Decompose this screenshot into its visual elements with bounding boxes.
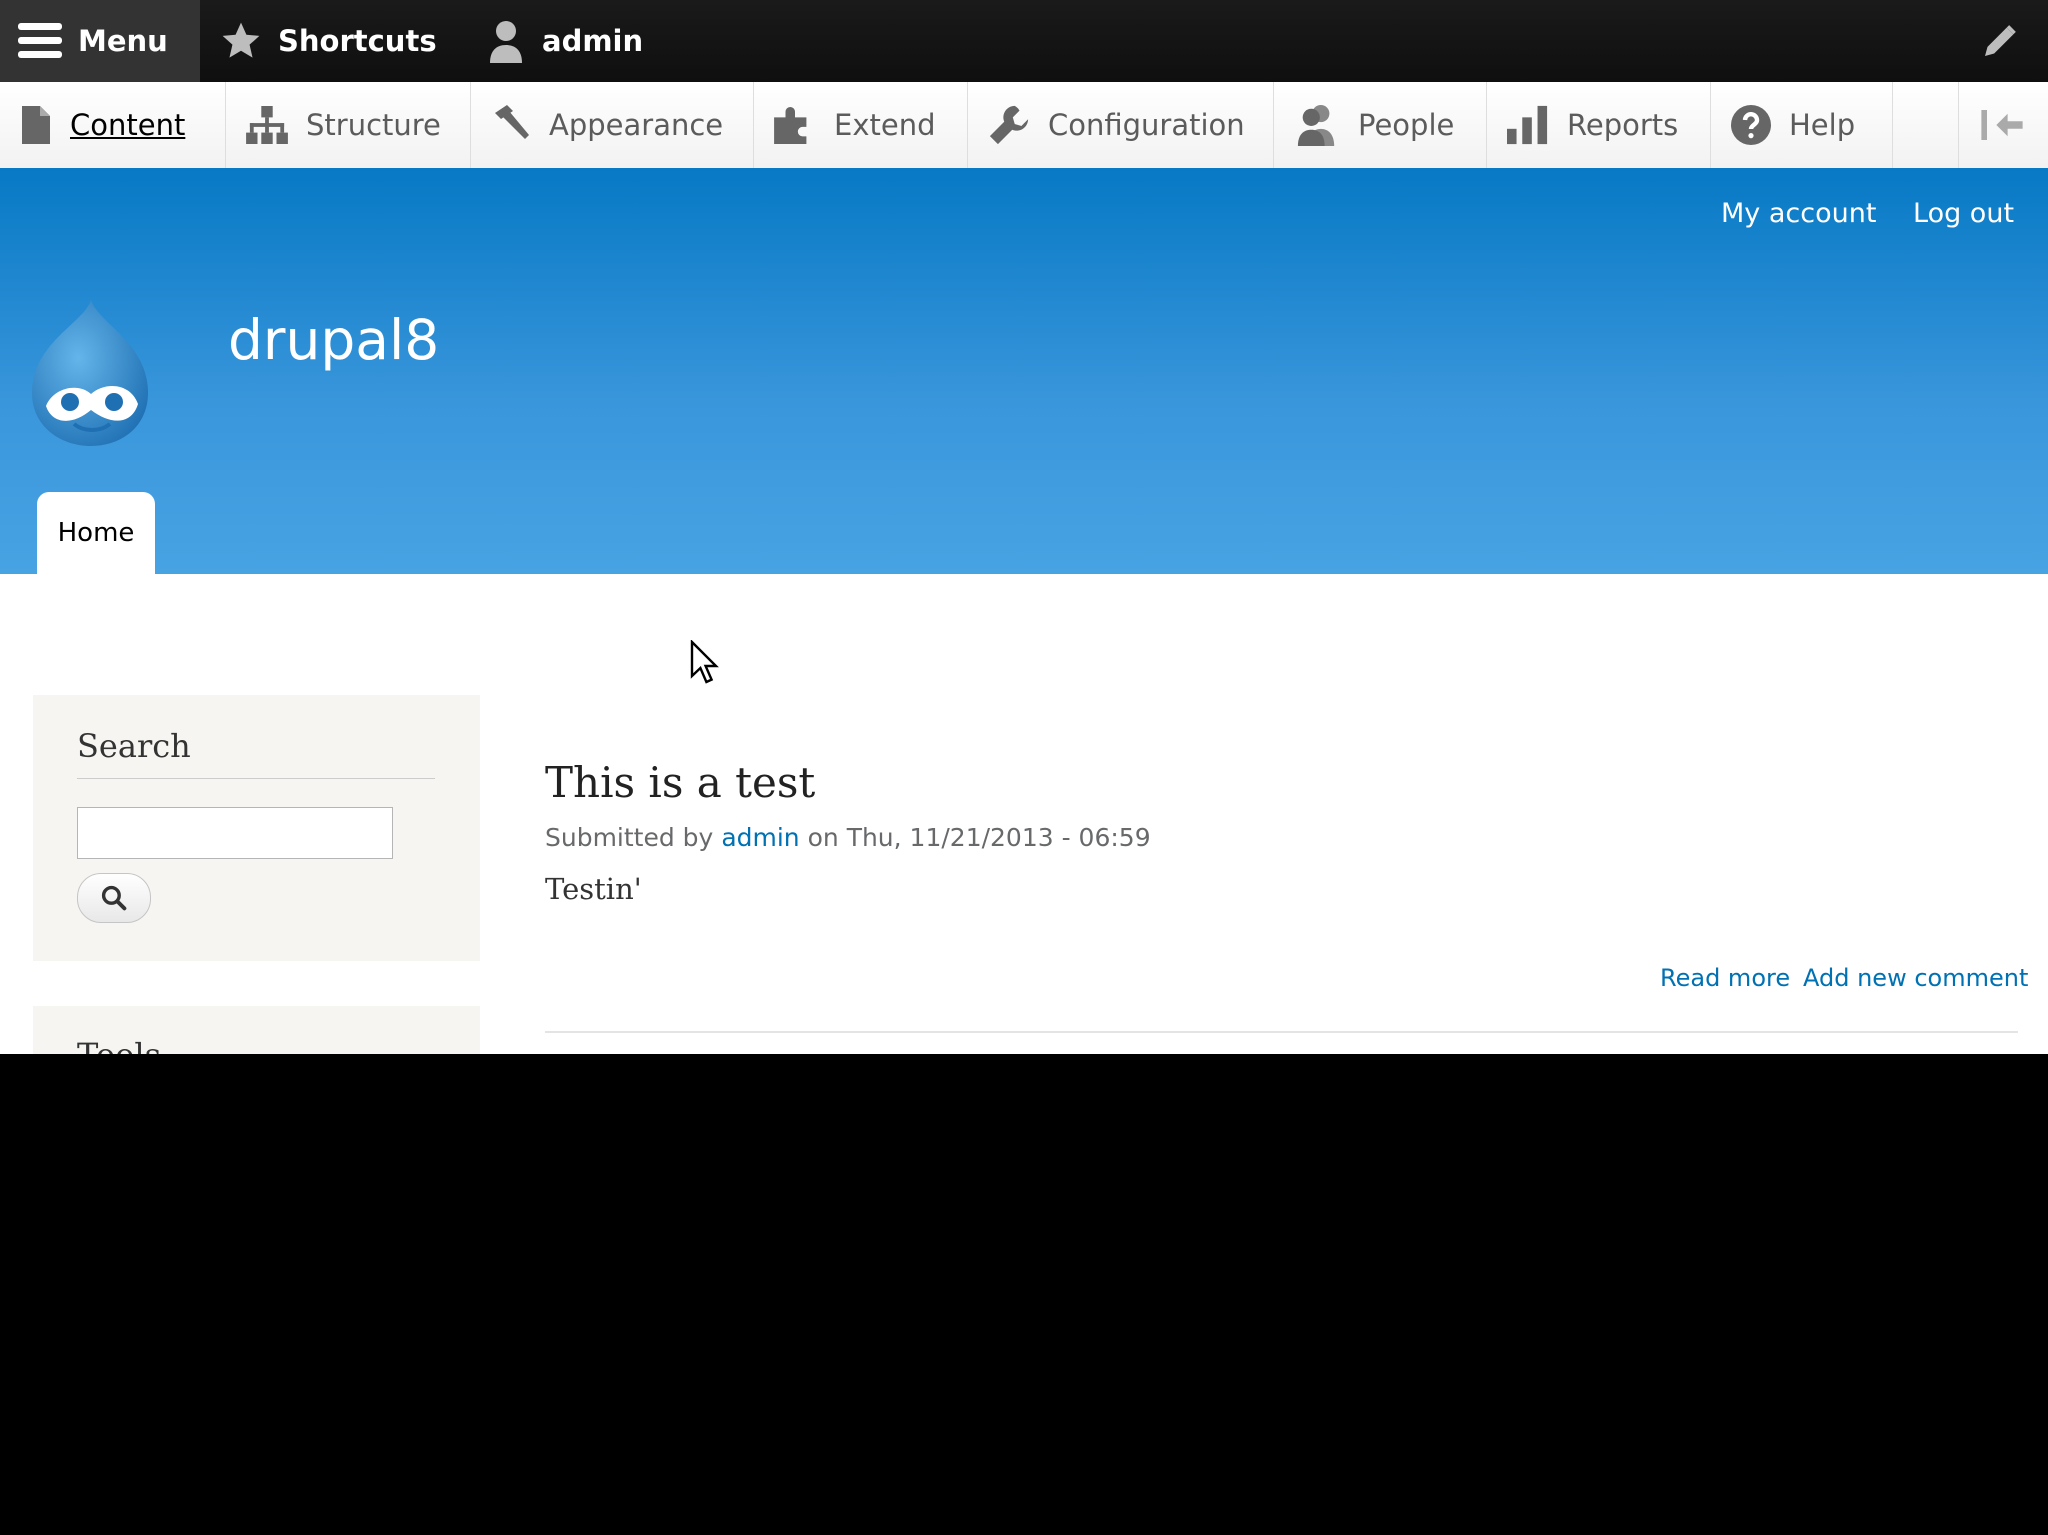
tray-item-configuration[interactable]: Configuration (968, 82, 1274, 168)
admin-toolbar: Menu Shortcuts admin (0, 0, 2048, 82)
toolbar-shortcuts-label: Shortcuts (278, 24, 437, 58)
puzzle-icon (774, 106, 807, 144)
my-account-link[interactable]: My account (1721, 198, 1876, 229)
tray-item-label: People (1358, 108, 1455, 142)
pencil-icon (1985, 25, 2016, 56)
tray-item-structure[interactable]: Structure (226, 82, 471, 168)
tray-item-reports[interactable]: Reports (1487, 82, 1711, 168)
tray-item-label: Appearance (549, 108, 724, 142)
star-icon (222, 22, 260, 58)
bar-chart-icon (1507, 105, 1548, 145)
tray-spacer (1893, 82, 1959, 168)
node-body: Testin' (545, 872, 642, 906)
toolbar-user-button[interactable]: admin (486, 0, 643, 82)
tray-item-label: Extend (834, 108, 936, 142)
toolbar-menu-button[interactable]: Menu (0, 0, 200, 82)
toolbar-shortcuts-button[interactable]: Shortcuts (220, 0, 437, 82)
user-icon (490, 21, 522, 63)
site-header: My account Log out drupal8 Home (0, 168, 2048, 574)
mouse-pointer-icon (690, 640, 719, 684)
tray-item-content[interactable]: Content (0, 82, 226, 168)
home-tab[interactable]: Home (37, 492, 155, 574)
collapse-tray-icon (1981, 110, 2023, 140)
tray-item-extend[interactable]: Extend (754, 82, 968, 168)
search-title-divider (77, 778, 435, 779)
node-title[interactable]: This is a test (545, 758, 815, 807)
tray-item-label: Content (70, 108, 186, 142)
node-divider (545, 1031, 2018, 1033)
submitted-date: on Thu, 11/21/2013 - 06:59 (807, 823, 1151, 852)
sitemap-icon (246, 106, 288, 144)
search-button[interactable] (77, 873, 151, 923)
node-submitted: Submitted by admin on Thu, 11/21/2013 - … (545, 823, 1151, 852)
toolbar-user-label: admin (542, 24, 644, 58)
tray-item-label: Structure (306, 108, 441, 142)
tools-block: Tools (33, 1006, 480, 1054)
people-icon (1297, 104, 1335, 146)
toolbar-edit-button[interactable] (1980, 0, 2036, 82)
submitted-prefix: Submitted by (545, 823, 714, 852)
document-icon (22, 106, 50, 144)
paintbrush-icon (495, 105, 529, 139)
tray-item-label: Reports (1567, 108, 1679, 142)
search-icon (101, 885, 127, 911)
hamburger-icon (18, 23, 62, 58)
help-icon (1731, 105, 1771, 145)
search-block: Search (33, 695, 480, 961)
toolbar-menu-label: Menu (78, 24, 168, 58)
search-block-title: Search (77, 727, 191, 765)
log-out-link[interactable]: Log out (1913, 198, 2014, 229)
search-input[interactable] (77, 807, 393, 859)
tools-block-title: Tools (77, 1036, 161, 1054)
toolbar-tray: Content Structure Appearance Extend Conf… (0, 82, 2048, 169)
tray-collapse-button[interactable] (1959, 82, 2048, 168)
read-more-link[interactable]: Read more (1660, 964, 1790, 992)
tray-item-label: Configuration (1048, 108, 1245, 142)
tray-item-appearance[interactable]: Appearance (471, 82, 754, 168)
tray-item-label: Help (1789, 108, 1856, 142)
tray-item-people[interactable]: People (1274, 82, 1487, 168)
browser-viewport: Menu Shortcuts admin Content Structure A… (0, 0, 2048, 1054)
drupal-logo[interactable] (28, 298, 154, 448)
site-name[interactable]: drupal8 (228, 308, 439, 372)
tray-item-help[interactable]: Help (1711, 82, 1893, 168)
add-comment-link[interactable]: Add new comment (1803, 964, 2028, 992)
wrench-icon (989, 105, 1029, 145)
author-link[interactable]: admin (721, 823, 799, 852)
